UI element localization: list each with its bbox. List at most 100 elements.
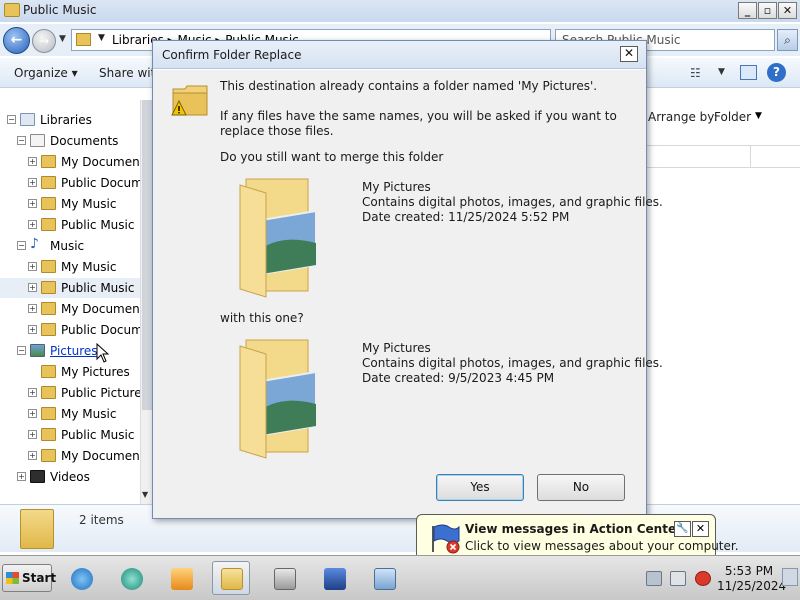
- media-player-taskbar-button[interactable]: [162, 561, 200, 595]
- scrollbar-thumb[interactable]: [142, 100, 152, 410]
- expand-icon[interactable]: +: [28, 388, 37, 397]
- nav-item[interactable]: + My Music: [0, 194, 140, 214]
- disk-utility-taskbar-button[interactable]: [265, 561, 303, 595]
- expand-icon[interactable]: +: [28, 304, 37, 313]
- notification-area: [640, 566, 720, 592]
- nav-item[interactable]: + Videos: [0, 467, 140, 487]
- windows-logo-icon: [6, 572, 19, 584]
- start-button[interactable]: Start: [2, 564, 56, 592]
- expand-icon[interactable]: +: [28, 178, 37, 187]
- folder-icon: [41, 428, 56, 441]
- destination-folder-name: My Pictures: [362, 341, 431, 355]
- documents-icon: [30, 134, 45, 147]
- balloon-text[interactable]: Click to view messages about your comput…: [465, 539, 739, 553]
- expand-icon[interactable]: +: [28, 325, 37, 334]
- explorer-taskbar-button[interactable]: [212, 561, 250, 595]
- nav-item[interactable]: My Pictures: [0, 362, 140, 382]
- nav-item[interactable]: + Public Music: [0, 278, 140, 298]
- nav-item[interactable]: + My Documents: [0, 152, 151, 172]
- dialog-title-bar[interactable]: Confirm Folder Replace ✕: [153, 41, 646, 69]
- chevron-down-icon[interactable]: ▼: [98, 33, 105, 43]
- media-center-taskbar-button[interactable]: [112, 561, 150, 595]
- calculator-taskbar-button[interactable]: [365, 561, 403, 595]
- nav-item-label: My Music: [61, 197, 117, 211]
- folder-icon: [221, 568, 243, 590]
- system-clock[interactable]: 5:53 PM 11/25/2024: [717, 564, 786, 594]
- collapse-icon[interactable]: −: [17, 136, 26, 145]
- nav-item[interactable]: − Pictures: [0, 341, 140, 361]
- collapse-icon[interactable]: −: [17, 241, 26, 250]
- source-folder-description: Contains digital photos, images, and gra…: [362, 195, 663, 209]
- folder-icon: [41, 365, 56, 378]
- collapse-icon[interactable]: −: [7, 115, 16, 124]
- nav-item[interactable]: + Public Documents: [0, 320, 169, 340]
- forward-button[interactable]: →: [32, 29, 56, 53]
- search-icon[interactable]: ⌕: [777, 29, 798, 51]
- column-separator[interactable]: [750, 146, 751, 167]
- expand-icon[interactable]: +: [28, 157, 37, 166]
- volume-muted-icon[interactable]: [670, 571, 686, 586]
- start-label: Start: [22, 571, 57, 585]
- disk-icon: [274, 568, 296, 590]
- back-button[interactable]: ←: [3, 27, 30, 54]
- column-header[interactable]: [646, 145, 800, 168]
- dialog-body: This destination already contains a fold…: [153, 70, 663, 518]
- destination-folder-info: My Pictures Contains digital photos, ima…: [362, 341, 663, 386]
- nav-item[interactable]: + My Documents: [0, 299, 151, 319]
- nav-item[interactable]: + My Music: [0, 257, 140, 277]
- chevron-down-icon[interactable]: ▼: [755, 111, 762, 121]
- nav-item[interactable]: + Public Documents: [0, 173, 169, 193]
- yes-button[interactable]: Yes: [436, 474, 524, 501]
- nav-scrollbar[interactable]: ▼: [140, 100, 152, 504]
- views-icon[interactable]: ☷: [690, 66, 701, 80]
- expand-icon[interactable]: +: [28, 262, 37, 271]
- with-this-one-label: with this one?: [220, 311, 304, 325]
- expand-icon[interactable]: +: [28, 409, 37, 418]
- minimize-button[interactable]: _: [738, 2, 757, 19]
- nav-item[interactable]: + Public Pictures: [0, 383, 148, 403]
- dialog-close-button[interactable]: ✕: [620, 46, 638, 62]
- arrange-by-label: Arrange by:: [648, 110, 718, 124]
- expand-icon[interactable]: +: [28, 199, 37, 208]
- nav-item[interactable]: + My Documents: [0, 446, 151, 466]
- wrench-icon[interactable]: 🔧: [674, 521, 691, 537]
- no-button[interactable]: No: [537, 474, 625, 501]
- network-icon[interactable]: [646, 571, 662, 586]
- expand-icon[interactable]: +: [28, 430, 37, 439]
- control-panel-taskbar-button[interactable]: [315, 561, 353, 595]
- expand-icon[interactable]: +: [28, 451, 37, 460]
- collapse-icon[interactable]: −: [17, 346, 26, 355]
- scroll-down-icon[interactable]: ▼: [142, 490, 148, 499]
- arrange-by-dropdown[interactable]: Folder: [714, 110, 751, 124]
- chevron-down-icon[interactable]: ▼: [718, 67, 725, 77]
- nav-item[interactable]: + Public Music: [0, 425, 140, 445]
- internet-explorer-taskbar-button[interactable]: [62, 561, 100, 595]
- nav-item[interactable]: − Libraries: [0, 110, 140, 130]
- media-center-icon: [121, 568, 143, 590]
- expand-icon[interactable]: +: [28, 283, 37, 292]
- nav-item[interactable]: − ♪ Music: [0, 236, 140, 256]
- nav-item[interactable]: − Documents: [0, 131, 140, 151]
- music-icon: ♪: [30, 236, 39, 252]
- destination-folder-date: Date created: 9/5/2023 4:45 PM: [362, 371, 555, 385]
- navigation-pane: − Libraries − Documents + My Documents + Public…: [0, 100, 169, 504]
- help-button[interactable]: ?: [767, 63, 786, 82]
- dialog-title: Confirm Folder Replace: [162, 48, 302, 62]
- dialog-message-line2: If any files have the same names, you wi…: [220, 109, 617, 138]
- maximize-button[interactable]: ▫: [758, 2, 777, 19]
- balloon-close-button[interactable]: ✕: [692, 521, 709, 537]
- action-center-alert-icon[interactable]: [695, 571, 711, 586]
- organize-button[interactable]: Organize ▾: [14, 66, 78, 80]
- title-bar[interactable]: Public Music _ ▫ ✕: [0, 0, 800, 22]
- nav-item-label: My Documents: [61, 302, 151, 316]
- recent-pages-button[interactable]: ▼: [59, 34, 66, 44]
- preview-pane-icon[interactable]: [740, 65, 757, 80]
- nav-item[interactable]: + My Music: [0, 404, 140, 424]
- show-desktop-button[interactable]: [782, 568, 798, 586]
- nav-item-label: Pictures: [50, 344, 98, 358]
- nav-item[interactable]: + Public Music: [0, 215, 140, 235]
- expand-icon[interactable]: +: [17, 472, 26, 481]
- expand-icon[interactable]: +: [28, 220, 37, 229]
- balloon-title[interactable]: View messages in Action Center: [465, 522, 682, 536]
- close-window-button[interactable]: ✕: [778, 2, 797, 19]
